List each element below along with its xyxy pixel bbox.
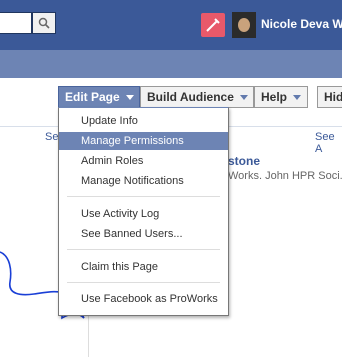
menu-item-admin-roles[interactable]: Admin Roles [59, 152, 228, 170]
menu-item-manage-permissions[interactable]: Manage Permissions [59, 132, 228, 150]
menu-separator [67, 282, 220, 283]
menu-separator [67, 249, 220, 250]
menu-item-claim-page[interactable]: Claim this Page [59, 258, 228, 276]
menu-separator [67, 196, 220, 197]
menu-item-manage-notifications[interactable]: Manage Notifications [59, 172, 228, 190]
menu-item-update-info[interactable]: Update Info [59, 112, 228, 130]
menu-item-banned-users[interactable]: See Banned Users... [59, 225, 228, 243]
menu-item-activity-log[interactable]: Use Activity Log [59, 205, 228, 223]
menu-item-use-facebook-as[interactable]: Use Facebook as ProWorks [59, 290, 228, 308]
edit-page-dropdown: Update Info Manage Permissions Admin Rol… [58, 107, 229, 316]
